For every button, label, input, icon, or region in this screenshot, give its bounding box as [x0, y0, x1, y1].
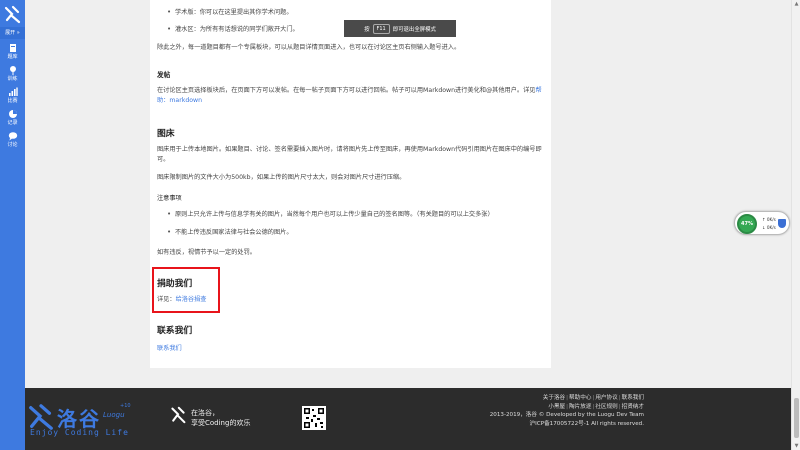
scrollbar-thumb[interactable] — [794, 398, 799, 438]
paragraph: 除此之外，每一道题目都有一个专属板块，可以从题目详情页面进入，也可以在讨论区主页… — [157, 44, 461, 51]
f11-key-badge: F11 — [372, 23, 390, 34]
book-icon — [9, 44, 16, 52]
chart-icon — [8, 87, 18, 96]
highlight-box — [152, 267, 220, 313]
footer-icp: 沪ICP备17005722号-1 All rights reserved. — [529, 420, 644, 427]
sidebar-item-problems[interactable]: 题库 — [0, 41, 25, 63]
memory-gauge: 47% — [737, 214, 757, 234]
luogu-logo-icon — [171, 406, 186, 424]
footer-slogan: 在洛谷， 享受Coding的欢乐 — [191, 409, 251, 427]
footer-link-ostracism[interactable]: 陶片放逐 — [569, 404, 591, 410]
download-speed: ↓ 0K/s — [762, 225, 776, 230]
sidebar-item-label: 比赛 — [7, 98, 18, 104]
footer-link-terms[interactable]: 用户协议 — [595, 395, 617, 401]
section-heading-image-bed: 图床 — [157, 129, 175, 139]
footer-link-contact[interactable]: 联系我们 — [622, 395, 644, 401]
footer-link-about[interactable]: 关于洛谷 — [543, 395, 565, 401]
qr-code-icon — [302, 406, 326, 430]
paragraph: 在讨论区主页选择板块后，在页面下方可以发帖。在每一帖子页面下方可以进行回帖。帖子… — [157, 87, 542, 104]
footer-link-blacklist[interactable]: 小黑屋 — [548, 404, 565, 410]
footer-brand: 洛谷 +10 Luogu Enjoy Coding Life — [25, 403, 170, 447]
section-heading-contact: 联系我们 — [157, 326, 193, 336]
paragraph: 图床用于上传本地图片。如果题目、讨论、签名需要插入图片时，请将图片先上传至图床，… — [157, 146, 542, 163]
luogu-logo-icon — [29, 404, 53, 430]
footer-links: 关于洛谷|帮助中心|用户协议|联系我们 小黑屋|陶片放逐|社区规则|招贤纳才 2… — [489, 395, 644, 427]
list-item: 学术版：你可以在这里提出其你学术问题。 — [167, 8, 293, 18]
sidebar-item-label: 题库 — [7, 54, 18, 60]
section-heading-posting: 发帖 — [157, 71, 171, 79]
sidebar-item-label: 训练 — [7, 76, 18, 82]
paragraph: 图床限制图片的文件大小为500kb，如果上传的图片尺寸太大，则会对图片尺寸进行压… — [157, 174, 406, 181]
list-item: 不能上传违反国家法律与社会公德的图片。 — [167, 228, 293, 238]
sidebar-item-discuss[interactable]: 讨论 — [0, 129, 25, 151]
left-sidebar: 展开 » 题库 训练 比赛 记录 讨论 — [0, 0, 25, 450]
list-item: 灌水区：为所有有话想说的同学们敞开大门。 — [167, 25, 299, 35]
sidebar-item-label: 记录 — [7, 120, 18, 126]
page-scrollbar[interactable]: ▲ ▼ — [791, 0, 800, 450]
contact-link[interactable]: 联系我们 — [157, 345, 182, 352]
network-speed-widget[interactable]: 47% ↑ 0K/s ↓ 0K/s — [734, 211, 790, 235]
fullscreen-toast: 按 F11 即可退出全屏模式 — [344, 20, 456, 37]
scroll-down-arrow-icon[interactable]: ▼ — [793, 442, 800, 450]
paragraph: 如有违反，视情节予以一定的处罚。 — [157, 249, 256, 256]
scroll-up-arrow-icon[interactable]: ▲ — [793, 0, 800, 8]
sidebar-item-training[interactable]: 训练 — [0, 63, 25, 85]
sidebar-item-label: 讨论 — [7, 142, 18, 148]
paragraph: 联系我们 — [157, 344, 542, 354]
footer-copyright: 2013-2019，洛谷 © Developed by the Luogu De… — [489, 412, 644, 419]
sidebar-item-contest[interactable]: 比赛 — [0, 85, 25, 107]
page-footer: 洛谷 +10 Luogu Enjoy Coding Life 在洛谷， 享受Co… — [25, 388, 791, 450]
chat-icon — [8, 132, 17, 141]
sidebar-expand-button[interactable]: 展开 » — [0, 27, 25, 39]
section-heading-notes: 注意事项 — [157, 195, 182, 202]
footer-link-jobs[interactable]: 招贤纳才 — [622, 404, 644, 410]
flag-icon — [9, 66, 16, 75]
luogu-logo-icon[interactable] — [4, 5, 21, 25]
pie-icon — [8, 110, 17, 118]
upload-speed: ↑ 0K/s — [762, 217, 776, 222]
shield-icon — [778, 219, 786, 228]
list-item: 原则上只允许上传与信息学有关的图片，当然每个用户也可以上传少量自己的签名图等。（… — [167, 210, 547, 220]
footer-link-help[interactable]: 帮助中心 — [569, 395, 591, 401]
sidebar-item-records[interactable]: 记录 — [0, 107, 25, 129]
footer-link-rules[interactable]: 社区规则 — [595, 404, 617, 410]
